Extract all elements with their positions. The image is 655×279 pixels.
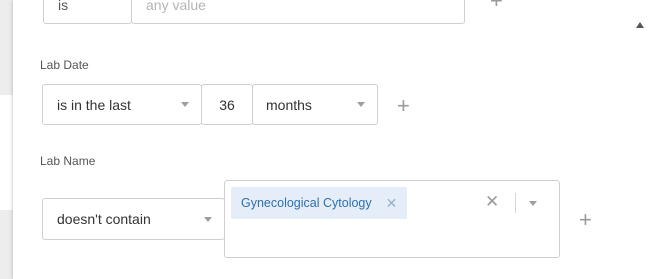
lab-date-unit-value: months: [266, 96, 312, 113]
chevron-down-icon[interactable]: [529, 201, 537, 206]
lab-name-operator-value: doesn't contain: [57, 211, 151, 227]
top-operator-value: is: [58, 0, 69, 13]
background-strip: [0, 95, 13, 210]
filter-panel: is any value + Lab Date is in the last 3…: [13, 0, 625, 279]
lab-date-amount-input[interactable]: 36: [201, 84, 253, 125]
lab-name-multiselect[interactable]: Gynecological Cytology ✕ ✕: [224, 180, 560, 258]
lab-date-operator-value: is in the last: [57, 96, 131, 113]
selected-chip: Gynecological Cytology ✕: [231, 187, 408, 219]
top-value-placeholder: any value: [146, 0, 206, 13]
plus-icon[interactable]: +: [397, 95, 410, 117]
scroll-up-arrow-icon[interactable]: [636, 22, 644, 28]
lab-name-operator-select[interactable]: doesn't contain: [42, 198, 225, 240]
top-operator-select[interactable]: is: [43, 0, 132, 24]
lab-date-label: Lab Date: [40, 58, 89, 72]
top-value-input[interactable]: any value: [131, 0, 465, 24]
clear-all-close-icon[interactable]: ✕: [485, 192, 499, 212]
chip-label: Gynecological Cytology: [241, 196, 372, 210]
chevron-down-icon: [204, 216, 212, 222]
lab-name-label: Lab Name: [40, 154, 96, 168]
divider: [515, 193, 516, 213]
chevron-down-icon: [357, 102, 365, 107]
lab-date-operator-select[interactable]: is in the last: [42, 84, 202, 125]
plus-icon[interactable]: +: [579, 209, 592, 231]
plus-icon[interactable]: +: [490, 0, 503, 12]
lab-date-amount-value: 36: [219, 96, 235, 113]
scrollbar[interactable]: [625, 0, 655, 279]
chevron-down-icon: [181, 102, 189, 107]
lab-date-unit-select[interactable]: months: [252, 84, 378, 125]
close-icon[interactable]: ✕: [386, 195, 398, 212]
